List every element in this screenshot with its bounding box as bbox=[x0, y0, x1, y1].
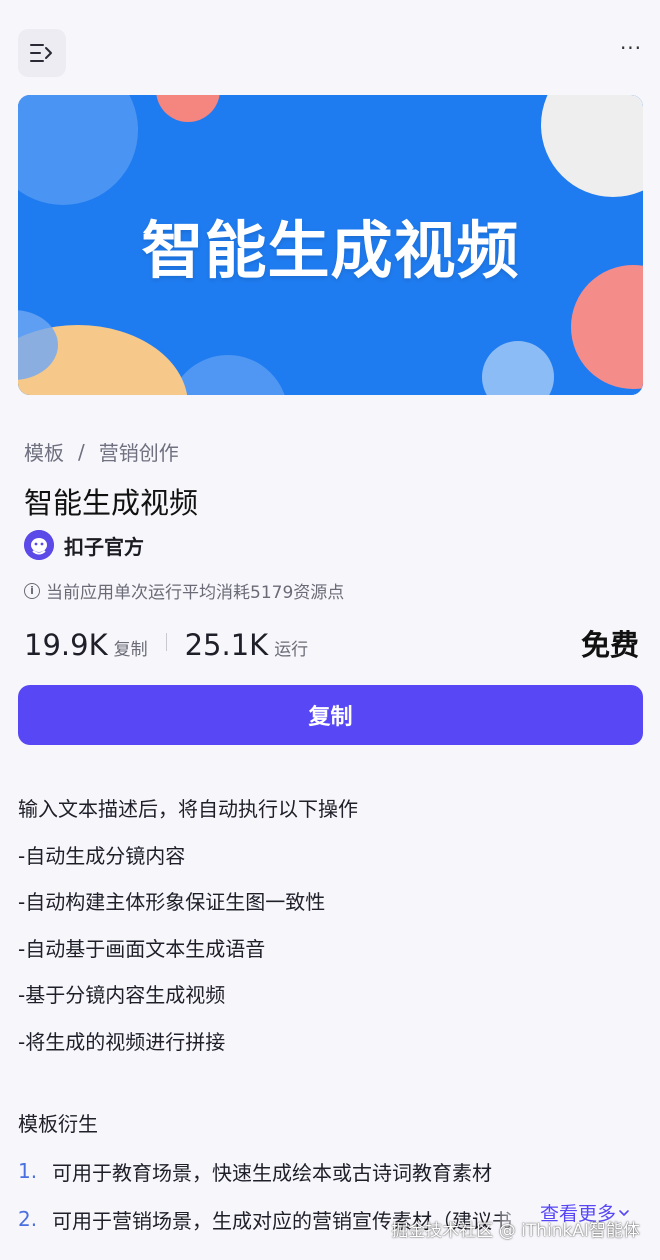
breadcrumb-separator: / bbox=[78, 439, 85, 464]
copy-template-button[interactable]: 复制 bbox=[18, 685, 643, 745]
runs-label: 运行 bbox=[274, 640, 309, 660]
derivatives-title: 模板衍生 bbox=[18, 1112, 98, 1136]
stats-row: 19.9K 复制 25.1K 运行 免费 bbox=[24, 622, 639, 662]
sidebar-toggle-button[interactable] bbox=[18, 29, 66, 77]
stats-divider bbox=[165, 633, 167, 651]
description-line: -自动构建主体形象保证生图一致性 bbox=[18, 890, 326, 914]
watermark: 掘金技术社区 @ iThinkAI智能体 bbox=[391, 1221, 640, 1241]
list-item: 1. 可用于教育场景，快速生成绘本或古诗词教育素材 bbox=[18, 1147, 643, 1195]
cost-note-text: 当前应用单次运行平均消耗5179资源点 bbox=[46, 583, 345, 603]
more-options-button[interactable]: ··· bbox=[614, 38, 648, 64]
coze-logo-icon bbox=[24, 530, 54, 560]
breadcrumb: 模板 / 营销创作 bbox=[24, 437, 179, 466]
copies-label: 复制 bbox=[113, 640, 148, 660]
runs-count: 25.1K bbox=[184, 628, 269, 662]
breadcrumb-category[interactable]: 营销创作 bbox=[99, 437, 179, 466]
info-icon: i bbox=[24, 582, 40, 599]
author-avatar bbox=[24, 530, 54, 560]
list-item-number: 2. bbox=[18, 1207, 38, 1231]
template-banner: 智能生成视频 bbox=[18, 95, 643, 395]
breadcrumb-root[interactable]: 模板 bbox=[24, 437, 64, 466]
description-line: -自动基于画面文本生成语音 bbox=[18, 936, 266, 961]
list-item-text: 可用于教育场景，快速生成绘本或古诗词教育素材 bbox=[52, 1160, 492, 1185]
sidebar-expand-icon bbox=[30, 44, 52, 62]
description: 输入文本描述后，将自动执行以下操作 -自动生成分镜内容 -自动构建主体形象保证生… bbox=[18, 786, 638, 1065]
description-line: -自动生成分镜内容 bbox=[18, 843, 186, 868]
page-title: 智能生成视频 bbox=[24, 486, 199, 520]
copies-count: 19.9K bbox=[24, 628, 108, 662]
top-bar: ··· bbox=[0, 0, 660, 80]
description-line: 输入文本描述后，将自动执行以下操作 bbox=[18, 797, 358, 821]
description-line: -基于分镜内容生成视频 bbox=[18, 983, 226, 1007]
price-label: 免费 bbox=[580, 628, 639, 662]
list-item-number: 1. bbox=[18, 1159, 38, 1183]
banner-title: 智能生成视频 bbox=[141, 214, 520, 287]
author-row[interactable]: 扣子官方 bbox=[24, 530, 144, 560]
cost-note: i 当前应用单次运行平均消耗5179资源点 bbox=[24, 578, 344, 603]
author-name: 扣子官方 bbox=[64, 534, 144, 559]
description-line: -将生成的视频进行拼接 bbox=[18, 1029, 226, 1054]
